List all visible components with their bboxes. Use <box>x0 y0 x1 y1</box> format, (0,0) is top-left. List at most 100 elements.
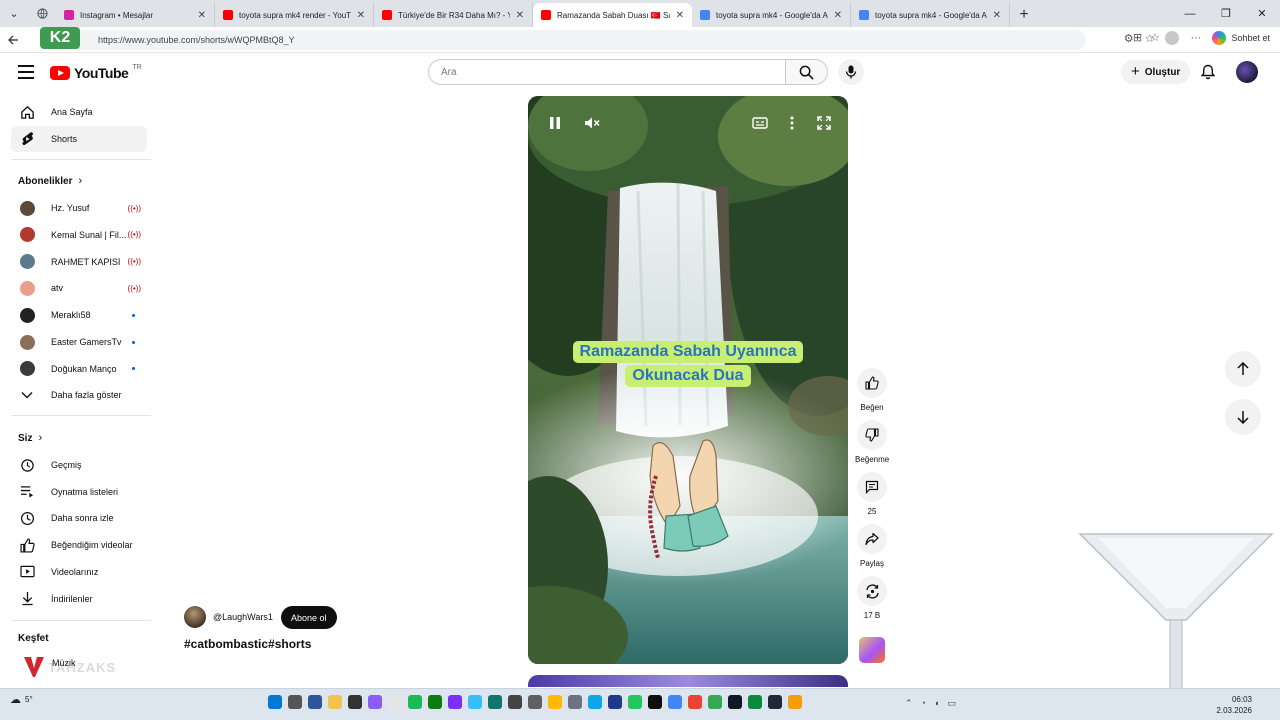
create-button[interactable]: + Oluştur <box>1121 60 1191 84</box>
share-button[interactable]: Paylaş <box>855 524 889 568</box>
taskbar-app-icon[interactable] <box>528 695 542 709</box>
captions-button[interactable] <box>751 114 769 132</box>
new-tab-button[interactable]: + <box>1010 3 1038 27</box>
taskbar-app-icon[interactable] <box>708 695 722 709</box>
sidebar-item-subscription[interactable]: Doğukan Manço <box>11 356 147 382</box>
profile-avatar[interactable] <box>1165 31 1180 45</box>
browser-tab[interactable]: Türkiye'de Bir R34 Daha Mı? - YouTube ✕ <box>374 3 533 27</box>
taskbar-app-icon[interactable] <box>388 695 402 709</box>
comments-button[interactable]: 25 <box>855 472 889 516</box>
menu-icon[interactable] <box>18 65 34 79</box>
weather-widget[interactable]: ☁ 5° <box>10 693 33 706</box>
taskbar-app-icon[interactable] <box>668 695 682 709</box>
taskbar-app-icon[interactable] <box>608 695 622 709</box>
sidebar-item-downloads[interactable]: İndirilenler <box>11 586 147 612</box>
sidebar-item-subscription[interactable]: Kemal Sunal | Fil... ((•)) <box>11 222 147 248</box>
taskbar-app-icon[interactable] <box>548 695 562 709</box>
show-more-button[interactable]: Daha fazla göster <box>11 382 147 408</box>
taskbar-app-icon[interactable] <box>748 695 762 709</box>
sidebar-item-subscription[interactable]: atv ((•)) <box>11 275 147 301</box>
you-header[interactable]: Siz › <box>18 432 42 444</box>
taskbar-app-icon[interactable] <box>468 695 482 709</box>
browser-tab[interactable]: Instagram • Mesajlar ✕ <box>56 3 215 27</box>
workspace-icon[interactable] <box>28 0 56 27</box>
battery-icon[interactable]: ▭ <box>947 698 956 709</box>
clock[interactable]: 06:03 2.03.2026 <box>1216 694 1252 716</box>
search-button[interactable] <box>786 59 828 85</box>
taskbar-app-icon[interactable] <box>408 695 422 709</box>
tab-close-icon[interactable]: ✕ <box>357 10 365 21</box>
browser-tab[interactable]: toyota supra mk4 - Google'da Ara ✕ <box>851 3 1010 27</box>
taskbar-app-icon[interactable] <box>628 695 642 709</box>
sidebar-item-shorts[interactable]: Shorts <box>11 126 147 152</box>
taskbar-app-icon[interactable] <box>648 695 662 709</box>
back-button[interactable] <box>2 29 24 51</box>
dislike-button[interactable]: Beğenme <box>855 420 889 464</box>
taskbar-app-icon[interactable] <box>448 695 462 709</box>
next-short-preview[interactable] <box>528 675 848 687</box>
taskbar-app-icon[interactable] <box>428 695 442 709</box>
sidebar-item-playlists[interactable]: Oynatma listeleri <box>11 479 147 505</box>
channel-avatar[interactable] <box>184 606 206 628</box>
maximize-button[interactable]: ❐ <box>1208 0 1244 27</box>
short-title[interactable]: #catbombastic#shorts <box>184 637 311 651</box>
taskbar-app-icon[interactable] <box>348 695 362 709</box>
sound-thumbnail[interactable] <box>859 637 885 663</box>
like-button[interactable]: Beğen <box>855 368 889 412</box>
favorites-icon[interactable]: ☆ <box>1145 32 1155 45</box>
voice-search-button[interactable] <box>838 59 864 85</box>
browser-tab[interactable]: toyota supra mk4 render - YouTube ✕ <box>215 3 374 27</box>
tab-close-icon[interactable]: ✕ <box>676 10 684 21</box>
tab-close-icon[interactable]: ✕ <box>516 10 524 21</box>
tab-close-icon[interactable]: ✕ <box>993 10 1001 21</box>
taskbar-app-icon[interactable] <box>288 695 302 709</box>
notifications-bell-icon[interactable] <box>1199 63 1217 81</box>
youtube-logo[interactable]: YouTube TR <box>50 64 142 81</box>
taskbar-app-icon[interactable] <box>268 695 282 709</box>
taskbar-app-icon[interactable] <box>508 695 522 709</box>
taskbar-app-icon[interactable] <box>688 695 702 709</box>
fullscreen-button[interactable] <box>815 114 833 132</box>
taskbar-app-icon[interactable] <box>308 695 322 709</box>
mute-button[interactable] <box>583 114 601 132</box>
taskbar-app-icon[interactable] <box>728 695 742 709</box>
remix-button[interactable]: 17 B <box>855 576 889 620</box>
taskbar-app-icon[interactable] <box>368 695 382 709</box>
taskbar-app-icon[interactable] <box>568 695 582 709</box>
sidebar-item-subscription[interactable]: Meraklı58 <box>11 302 147 328</box>
close-window-button[interactable]: ✕ <box>1244 0 1280 27</box>
network-icon[interactable]: ◔ <box>921 698 926 709</box>
subscribe-button[interactable]: Abone ol <box>281 606 337 629</box>
sidebar-item-music[interactable]: Müzik <box>52 658 76 668</box>
sidebar-item-history[interactable]: Geçmiş <box>11 452 147 478</box>
taskbar-app-icon[interactable] <box>588 695 602 709</box>
more-options-icon[interactable] <box>783 114 801 132</box>
address-bar[interactable]: https://www.youtube.com/shorts/wWQPMBtQ8… <box>66 30 1086 50</box>
tab-close-icon[interactable]: ✕ <box>198 10 206 21</box>
sidebar-item-watch-later[interactable]: Daha sonra izle <box>11 505 147 531</box>
tray-chevron-icon[interactable]: ⌃ <box>905 698 913 709</box>
search-input[interactable]: Ara <box>428 59 786 85</box>
taskbar-app-icon[interactable] <box>788 695 802 709</box>
copilot-button[interactable]: ⚙ ☆ ··· Sohbet et <box>1124 31 1270 45</box>
sidebar-item-subscription[interactable]: RAHMET KAPISI ((•)) <box>11 249 147 275</box>
short-video-player[interactable]: Ramazanda Sabah Uyanınca Okunacak Dua <box>528 96 848 664</box>
browser-tab[interactable]: Ramazanda Sabah Duası 🇹🇷 Salat ✕ <box>533 3 692 27</box>
pause-button[interactable] <box>546 114 564 132</box>
tab-close-icon[interactable]: ✕ <box>834 10 842 21</box>
subscriptions-header[interactable]: Abonelikler › <box>18 175 82 187</box>
sidebar-item-home[interactable]: Ana Sayfa <box>11 99 147 125</box>
sidebar-item-subscription[interactable]: Hz. Yusuf ((•)) <box>11 195 147 221</box>
channel-name[interactable]: @LaughWars1 <box>213 612 273 622</box>
taskbar-app-icon[interactable] <box>488 695 502 709</box>
volume-icon[interactable]: ◖ <box>934 698 939 709</box>
sidebar-item-your-videos[interactable]: Videolarınız <box>11 559 147 585</box>
sidebar-item-liked-videos[interactable]: Beğendiğim videolar <box>11 532 147 558</box>
tab-search-icon[interactable]: ⌄ <box>0 0 28 27</box>
next-short-button[interactable] <box>1225 399 1261 435</box>
account-avatar[interactable] <box>1236 61 1258 83</box>
previous-short-button[interactable] <box>1225 351 1261 387</box>
browser-tab[interactable]: toyota supra mk4 - Google'da Ara ✕ <box>692 3 851 27</box>
extensions-icon[interactable]: ⚙ <box>1124 32 1134 45</box>
more-menu-icon[interactable]: ··· <box>1190 32 1201 44</box>
